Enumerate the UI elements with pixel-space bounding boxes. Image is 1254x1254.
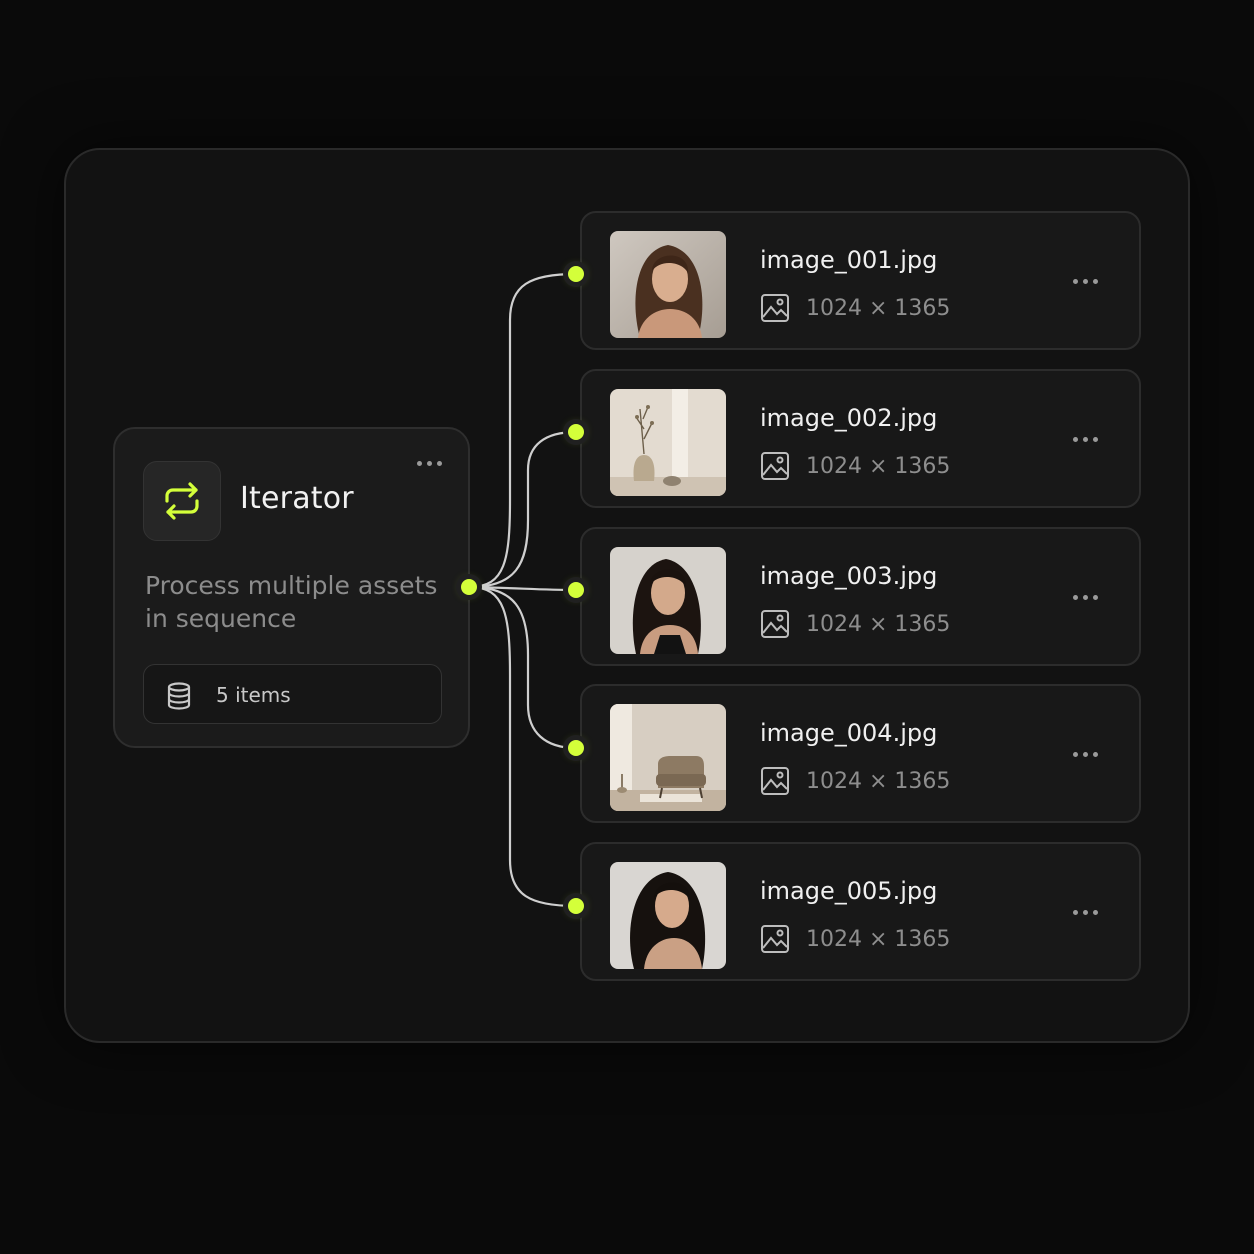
iterator-description: Process multiple assets in sequence <box>145 571 438 633</box>
asset-meta: 1024 × 1365 <box>760 766 950 796</box>
items-count-pill[interactable]: 5 items <box>143 664 442 724</box>
more-horizontal-icon[interactable] <box>1073 275 1098 287</box>
asset-card[interactable]: image_003.jpg 1024 × 1365 <box>580 527 1141 666</box>
repeat-icon <box>143 461 221 541</box>
asset-card[interactable]: image_001.jpg 1024 × 1365 <box>580 211 1141 350</box>
more-horizontal-icon[interactable] <box>417 457 442 469</box>
more-horizontal-icon[interactable] <box>1073 906 1098 918</box>
more-horizontal-icon[interactable] <box>1073 433 1098 445</box>
asset-card[interactable]: image_005.jpg 1024 × 1365 <box>580 842 1141 981</box>
asset-name: image_005.jpg <box>760 877 938 905</box>
asset-card[interactable]: image_002.jpg 1024 × 1365 <box>580 369 1141 508</box>
asset-name: image_004.jpg <box>760 719 938 747</box>
asset-name: image_003.jpg <box>760 562 938 590</box>
asset-thumbnail <box>610 704 726 811</box>
asset-input-port[interactable] <box>568 582 584 598</box>
asset-input-port[interactable] <box>568 740 584 756</box>
asset-dimensions: 1024 × 1365 <box>806 453 951 479</box>
more-horizontal-icon[interactable] <box>1073 748 1098 760</box>
asset-thumbnail <box>610 231 726 338</box>
asset-name: image_001.jpg <box>760 246 938 274</box>
image-icon <box>761 452 789 480</box>
asset-dimensions: 1024 × 1365 <box>806 295 951 321</box>
asset-dimensions: 1024 × 1365 <box>806 768 951 794</box>
iterator-node[interactable]: Iterator Process multiple assets in sequ… <box>113 427 470 748</box>
asset-meta: 1024 × 1365 <box>760 924 950 954</box>
asset-thumbnail <box>610 547 726 654</box>
database-icon <box>167 682 191 710</box>
asset-dimensions: 1024 × 1365 <box>806 926 951 952</box>
asset-card[interactable]: image_004.jpg 1024 × 1365 <box>580 684 1141 823</box>
asset-meta: 1024 × 1365 <box>760 609 950 639</box>
asset-meta: 1024 × 1365 <box>760 293 950 323</box>
asset-thumbnail <box>610 862 726 969</box>
image-icon <box>761 610 789 638</box>
image-icon <box>761 767 789 795</box>
image-icon <box>761 925 789 953</box>
asset-input-port[interactable] <box>568 424 584 440</box>
iterator-output-port[interactable] <box>461 579 477 595</box>
asset-thumbnail <box>610 389 726 496</box>
asset-input-port[interactable] <box>568 898 584 914</box>
asset-input-port[interactable] <box>568 266 584 282</box>
asset-meta: 1024 × 1365 <box>760 451 950 481</box>
asset-name: image_002.jpg <box>760 404 938 432</box>
more-horizontal-icon[interactable] <box>1073 591 1098 603</box>
image-icon <box>761 294 789 322</box>
iterator-title: Iterator <box>240 481 354 516</box>
asset-dimensions: 1024 × 1365 <box>806 611 951 637</box>
items-count-label: 5 items <box>216 683 291 707</box>
